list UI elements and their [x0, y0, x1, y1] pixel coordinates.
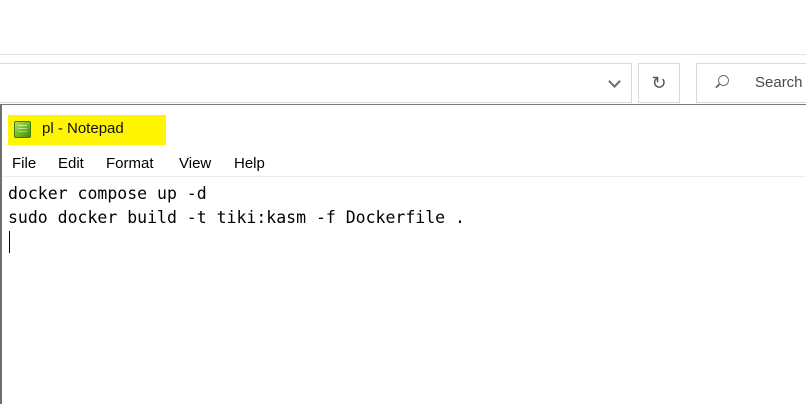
text-editor[interactable]: docker compose up -d sudo docker build -…	[2, 179, 806, 405]
search-input[interactable]: Search	[696, 63, 806, 103]
menu-edit[interactable]: Edit	[58, 155, 84, 172]
search-icon	[715, 75, 729, 89]
menu-format[interactable]: Format	[106, 155, 154, 172]
title-bar[interactable]: pl - Notepad	[2, 105, 806, 149]
menu-file[interactable]: File	[12, 155, 36, 172]
address-bar[interactable]	[0, 63, 632, 103]
menu-view[interactable]: View	[179, 155, 211, 172]
chevron-down-icon[interactable]	[606, 74, 624, 92]
text-line: docker compose up -d	[8, 184, 207, 203]
menu-help[interactable]: Help	[234, 155, 265, 172]
refresh-button[interactable]: ↻	[638, 63, 680, 103]
notepad-window: pl - Notepad File Edit Format View Help …	[0, 104, 806, 404]
search-placeholder: Search	[755, 74, 803, 91]
notepad-icon	[14, 121, 31, 138]
toolbar-divider	[0, 54, 806, 55]
text-line: sudo docker build -t tiki:kasm -f Docker…	[8, 208, 465, 227]
text-caret	[9, 231, 10, 253]
refresh-icon: ↻	[651, 73, 667, 93]
menu-bar: File Edit Format View Help	[2, 151, 806, 177]
window-title: pl - Notepad	[42, 120, 124, 137]
